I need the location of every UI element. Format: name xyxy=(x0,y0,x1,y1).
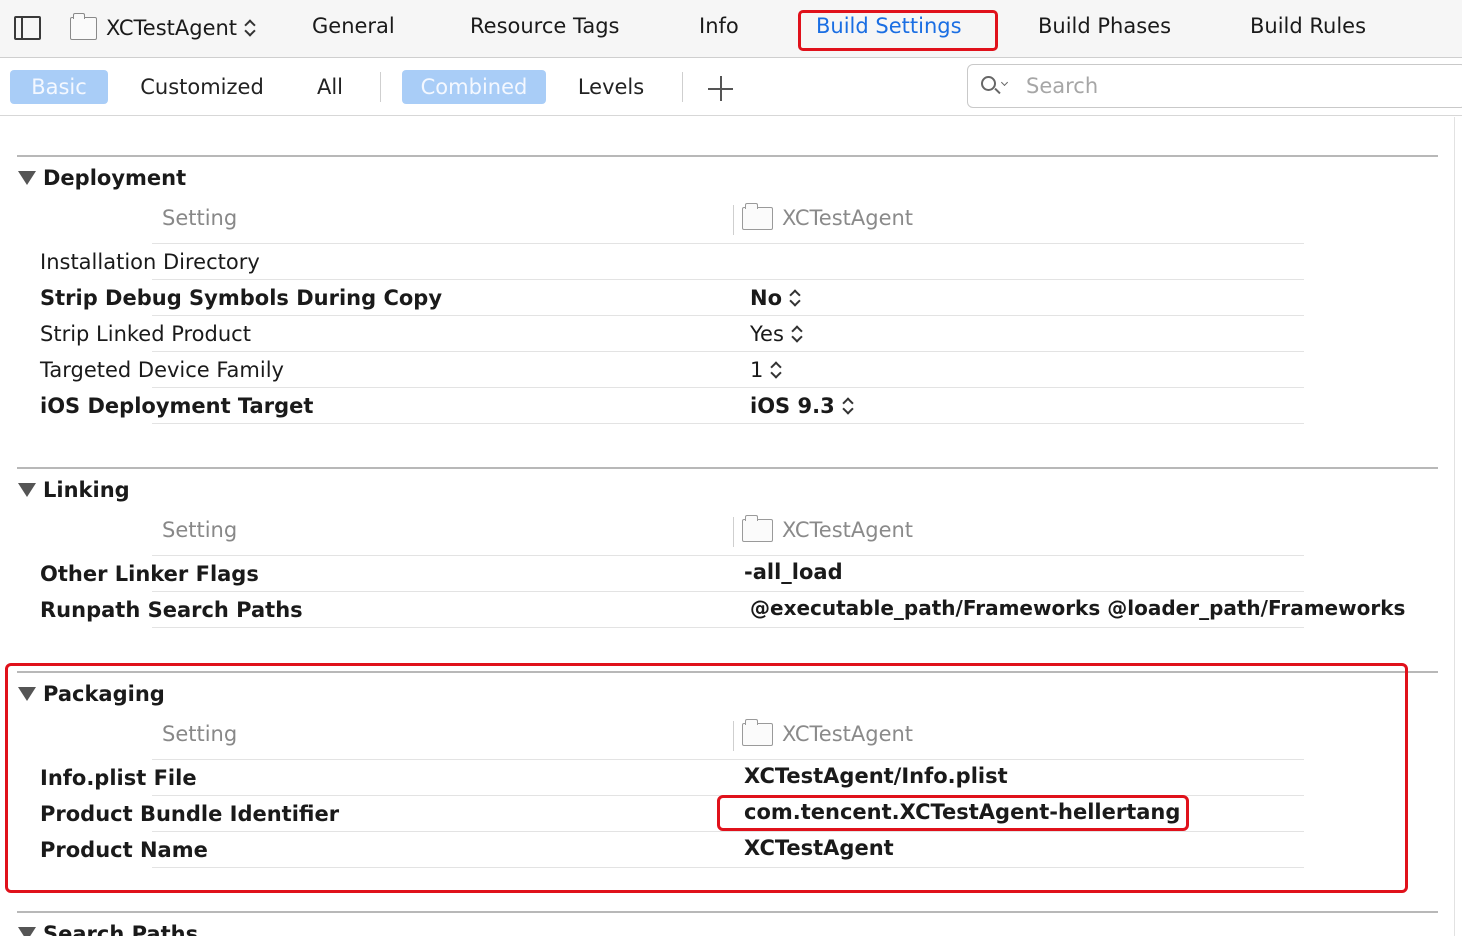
row-divider xyxy=(152,387,1304,388)
column-divider xyxy=(733,205,734,235)
column-header-target: XCTestAgent xyxy=(782,518,914,542)
value-text: Yes xyxy=(750,322,784,346)
column-header-setting: Setting xyxy=(162,722,238,746)
section-header-packaging[interactable]: Packaging xyxy=(18,682,165,706)
target-folder-icon xyxy=(742,203,773,230)
view-combined-button[interactable]: Combined xyxy=(402,70,546,104)
target-folder-icon xyxy=(70,12,97,40)
tab-info[interactable]: Info xyxy=(699,14,739,38)
target-folder-icon xyxy=(742,515,773,542)
search-icon[interactable] xyxy=(981,74,1011,98)
chevron-updown-icon xyxy=(244,18,256,38)
setting-label-targeted-device-family[interactable]: Targeted Device Family xyxy=(40,358,284,382)
disclosure-triangle-icon[interactable] xyxy=(18,687,36,701)
target-folder-icon xyxy=(742,719,773,746)
setting-value-info-plist-file[interactable]: XCTestAgent/Info.plist xyxy=(744,764,1008,788)
setting-label-strip-debug-symbols[interactable]: Strip Debug Symbols During Copy xyxy=(40,286,442,310)
setting-value-other-linker-flags[interactable]: -all_load xyxy=(744,560,843,584)
column-header-setting: Setting xyxy=(162,518,238,542)
setting-label-product-name[interactable]: Product Name xyxy=(40,838,208,862)
section-header-deployment[interactable]: Deployment xyxy=(18,166,186,190)
column-divider xyxy=(733,517,734,547)
packaging-highlight-box xyxy=(5,663,1408,893)
section-title: Search Paths xyxy=(43,922,199,936)
section-title: Linking xyxy=(43,478,130,502)
build-settings-list: Deployment Setting XCTestAgent Installat… xyxy=(0,117,1462,936)
chevron-updown-icon xyxy=(842,396,854,416)
tab-general[interactable]: General xyxy=(312,14,395,38)
section-divider xyxy=(17,155,1438,157)
section-divider xyxy=(17,671,1438,673)
sidebar-toggle-icon[interactable] xyxy=(14,16,41,40)
row-divider xyxy=(152,423,1304,424)
row-divider xyxy=(152,759,1304,760)
scope-all-button[interactable]: All xyxy=(303,70,357,104)
section-title: Packaging xyxy=(43,682,165,706)
top-tab-bar: XCTestAgent General Resource Tags Info B… xyxy=(0,0,1462,58)
setting-value-runpath-search-paths[interactable]: @executable_path/Frameworks @loader_path… xyxy=(750,596,1405,620)
scope-customized-button[interactable]: Customized xyxy=(128,70,276,104)
add-setting-plus-icon[interactable] xyxy=(708,76,733,101)
target-selector[interactable]: XCTestAgent xyxy=(70,12,256,44)
chevron-updown-icon xyxy=(770,360,782,380)
row-divider xyxy=(152,627,1304,628)
filter-divider xyxy=(682,72,683,102)
disclosure-triangle-icon[interactable] xyxy=(18,927,36,936)
section-divider xyxy=(17,467,1438,469)
setting-value-strip-linked-product[interactable]: Yes xyxy=(750,322,803,346)
filter-divider xyxy=(380,72,381,102)
setting-label-runpath-search-paths[interactable]: Runpath Search Paths xyxy=(40,598,303,622)
setting-value-ios-deployment-target[interactable]: iOS 9.3 xyxy=(750,394,854,418)
row-divider xyxy=(152,591,1304,592)
filter-bar: Basic Customized All Combined Levels xyxy=(0,58,1462,116)
row-divider xyxy=(152,315,1304,316)
setting-label-strip-linked-product[interactable]: Strip Linked Product xyxy=(40,322,251,346)
setting-label-ios-deployment-target[interactable]: iOS Deployment Target xyxy=(40,394,313,418)
disclosure-triangle-icon[interactable] xyxy=(18,171,36,185)
value-text: 1 xyxy=(750,358,764,382)
search-input[interactable] xyxy=(1026,74,1426,98)
tab-resource-tags[interactable]: Resource Tags xyxy=(470,14,619,38)
setting-label-info-plist-file[interactable]: Info.plist File xyxy=(40,766,197,790)
view-levels-button[interactable]: Levels xyxy=(566,70,656,104)
value-text: No xyxy=(750,286,783,310)
section-header-search-paths[interactable]: Search Paths xyxy=(18,922,198,936)
tab-build-rules[interactable]: Build Rules xyxy=(1250,14,1366,38)
column-header-setting: Setting xyxy=(162,206,238,230)
value-text: iOS 9.3 xyxy=(750,394,835,418)
chevron-updown-icon xyxy=(789,288,801,308)
setting-value-targeted-device-family[interactable]: 1 xyxy=(750,358,782,382)
column-header-target: XCTestAgent xyxy=(782,722,914,746)
section-divider xyxy=(17,911,1438,913)
setting-label-other-linker-flags[interactable]: Other Linker Flags xyxy=(40,562,259,586)
setting-value-strip-debug-symbols[interactable]: No xyxy=(750,286,801,310)
setting-value-product-name[interactable]: XCTestAgent xyxy=(744,836,894,860)
column-divider xyxy=(733,721,734,751)
column-header-target: XCTestAgent xyxy=(782,206,914,230)
row-divider xyxy=(152,795,1304,796)
tab-build-settings[interactable]: Build Settings xyxy=(816,14,962,38)
row-divider xyxy=(152,555,1304,556)
section-header-linking[interactable]: Linking xyxy=(18,478,130,502)
section-title: Deployment xyxy=(43,166,187,190)
row-divider xyxy=(152,243,1304,244)
row-divider xyxy=(152,831,1304,832)
setting-value-product-bundle-identifier[interactable]: com.tencent.XCTestAgent-hellertang xyxy=(744,800,1180,824)
setting-label-product-bundle-identifier[interactable]: Product Bundle Identifier xyxy=(40,802,339,826)
search-field[interactable] xyxy=(967,64,1462,108)
scope-basic-button[interactable]: Basic xyxy=(10,70,108,104)
disclosure-triangle-icon[interactable] xyxy=(18,483,36,497)
scroll-edge xyxy=(1454,117,1455,936)
target-name: XCTestAgent xyxy=(106,16,238,40)
tab-build-phases[interactable]: Build Phases xyxy=(1038,14,1171,38)
row-divider xyxy=(152,867,1304,868)
chevron-updown-icon xyxy=(791,324,803,344)
row-divider xyxy=(152,351,1304,352)
row-divider xyxy=(152,279,1304,280)
setting-label-installation-directory[interactable]: Installation Directory xyxy=(40,250,260,274)
